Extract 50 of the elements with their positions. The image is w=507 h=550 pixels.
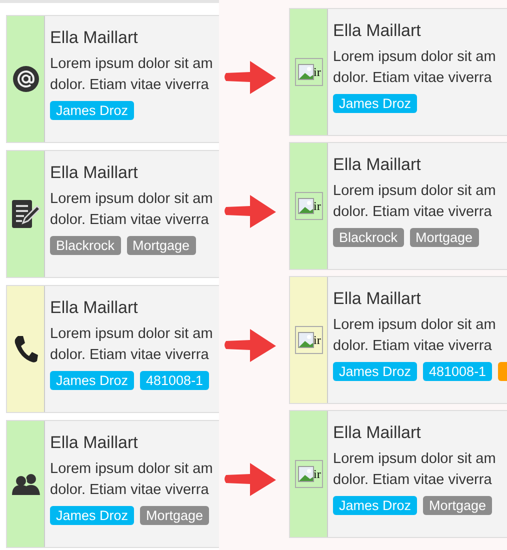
description-line: dolor. Etiam vitae viverra <box>50 346 210 365</box>
description-line: dolor. Etiam vitae viverra <box>333 203 493 222</box>
description-line: Lorem ipsum dolor sit am <box>333 316 497 335</box>
card-title: Ella Maillart <box>50 28 139 48</box>
description-line: Lorem ipsum dolor sit am <box>50 190 213 209</box>
broken-image-icon <box>298 198 314 214</box>
people-icon <box>12 473 40 495</box>
description-line: dolor. Etiam vitae viverra <box>333 69 493 88</box>
image-alt-text: ir <box>314 332 321 348</box>
description-line: dolor. Etiam vitae viverra <box>333 471 493 490</box>
tag: Blackrock <box>333 228 404 247</box>
description-line: Lorem ipsum dolor sit am <box>333 450 496 469</box>
description-line: dolor. Etiam vitae viverra <box>50 76 210 95</box>
broken-image-icon <box>298 466 314 482</box>
at-sign-icon <box>12 66 38 92</box>
card-title: Ella Maillart <box>333 155 422 175</box>
description-line: dolor. Etiam vitae viverra <box>333 337 493 356</box>
card-title: Ella Maillart <box>333 423 422 443</box>
tag: Mortgage <box>126 236 196 255</box>
tag: Mortgage <box>423 496 492 515</box>
description-line: dolor. Etiam vitae viverra <box>50 211 210 230</box>
description-line: Lorem ipsum dolor sit am <box>333 48 496 67</box>
card-title: Ella Maillart <box>50 163 139 183</box>
tag: James Droz <box>333 496 418 515</box>
tag: James Droz <box>333 362 418 381</box>
tag: Blackrock <box>50 236 121 255</box>
image-alt-text: ir <box>314 64 321 80</box>
broken-image-icon <box>298 332 314 348</box>
tag: Mortgage <box>410 228 479 247</box>
card-title: Ella Maillart <box>333 21 422 41</box>
tag: James Droz <box>50 101 134 120</box>
tag: James Droz <box>50 506 134 525</box>
tag: James Droz <box>50 371 134 390</box>
description-line: Lorem ipsum dolor sit am <box>50 55 213 74</box>
tag: 481008-1 <box>423 362 492 381</box>
phone-icon <box>12 335 38 363</box>
card-title: Ella Maillart <box>50 298 139 318</box>
broken-image-icon <box>298 64 314 80</box>
description-line: dolor. Etiam vitae viverra <box>50 481 210 500</box>
image-alt-text: ir <box>314 198 321 214</box>
description-line: Lorem ipsum dolor sit am <box>333 182 496 201</box>
description-line: Lorem ipsum dolor sit am <box>50 460 213 479</box>
tag: James Droz <box>333 94 418 113</box>
edit-document-icon <box>10 199 40 229</box>
image-alt-text: ir <box>314 466 321 482</box>
card-title: Ella Maillart <box>333 289 422 309</box>
description-line: Lorem ipsum dolor sit am <box>50 325 213 344</box>
tag: 481008-1 <box>140 371 210 390</box>
tag: Mortgage <box>140 506 210 525</box>
card-title: Ella Maillart <box>50 433 139 453</box>
